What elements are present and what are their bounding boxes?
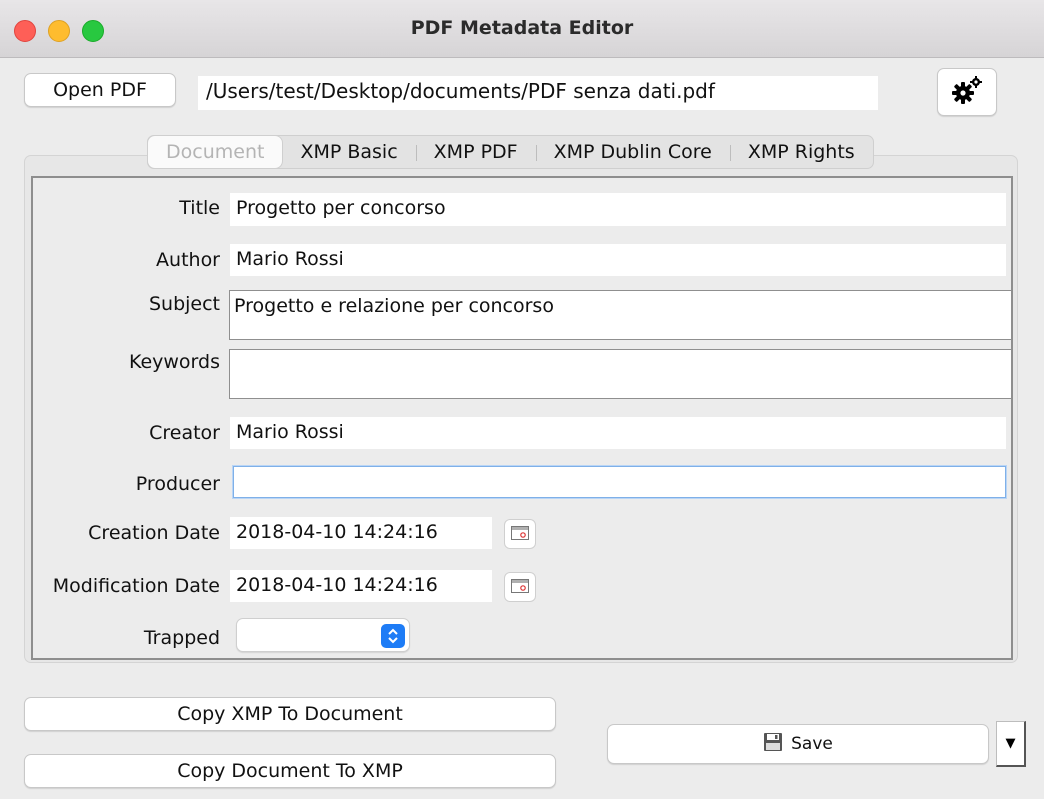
trapped-select[interactable]	[236, 618, 410, 652]
author-field[interactable]: Mario Rossi	[230, 244, 1006, 276]
window-title: PDF Metadata Editor	[410, 17, 634, 39]
title-label: Title	[179, 197, 220, 219]
subject-label: Subject	[148, 293, 220, 315]
gears-icon	[950, 75, 984, 110]
creation-date-picker-button[interactable]	[504, 519, 536, 549]
modification-date-label: Modification Date	[52, 575, 220, 597]
creator-label: Creator	[149, 422, 220, 444]
title-bar: PDF Metadata Editor	[0, 0, 1044, 58]
open-pdf-button[interactable]: Open PDF	[24, 73, 176, 107]
subject-field[interactable]: Progetto e relazione per concorso	[229, 290, 1012, 340]
producer-field[interactable]	[233, 466, 1006, 498]
creator-field[interactable]: Mario Rossi	[230, 417, 1006, 449]
save-button[interactable]: Save	[607, 724, 989, 764]
triangle-down-icon: ▼	[1005, 736, 1016, 751]
creation-date-field[interactable]: 2018-04-10 14:24:16	[230, 517, 492, 549]
keywords-field[interactable]	[229, 349, 1012, 399]
modification-date-field[interactable]: 2018-04-10 14:24:16	[230, 570, 492, 602]
floppy-disk-icon	[763, 732, 783, 757]
creation-date-label: Creation Date	[88, 522, 220, 544]
file-path-field[interactable]: /Users/test/Desktop/documents/PDF senza …	[198, 76, 878, 110]
keywords-label: Keywords	[128, 351, 220, 373]
copy-xmp-to-document-button[interactable]: Copy XMP To Document	[24, 697, 556, 731]
settings-button[interactable]	[937, 68, 997, 116]
tab-xmp-rights[interactable]: XMP Rights	[729, 136, 873, 168]
calendar-icon	[511, 578, 529, 597]
tab-xmp-dublin-core[interactable]: XMP Dublin Core	[535, 136, 730, 168]
tab-xmp-basic[interactable]: XMP Basic	[282, 136, 415, 168]
save-options-dropdown[interactable]: ▼	[996, 721, 1026, 767]
chevron-up-down-icon	[381, 624, 405, 648]
save-label: Save	[791, 734, 833, 754]
tab-bar: Document XMP Basic XMP PDF XMP Dublin Co…	[147, 135, 874, 169]
modification-date-picker-button[interactable]	[504, 572, 536, 602]
title-field[interactable]: Progetto per concorso	[230, 193, 1006, 226]
copy-document-to-xmp-button[interactable]: Copy Document To XMP	[24, 754, 556, 788]
tab-document[interactable]: Document	[148, 136, 283, 168]
calendar-icon	[511, 525, 529, 544]
trapped-label: Trapped	[143, 627, 220, 649]
producer-label: Producer	[135, 473, 220, 495]
tab-xmp-pdf[interactable]: XMP PDF	[415, 136, 536, 168]
author-label: Author	[156, 249, 220, 271]
